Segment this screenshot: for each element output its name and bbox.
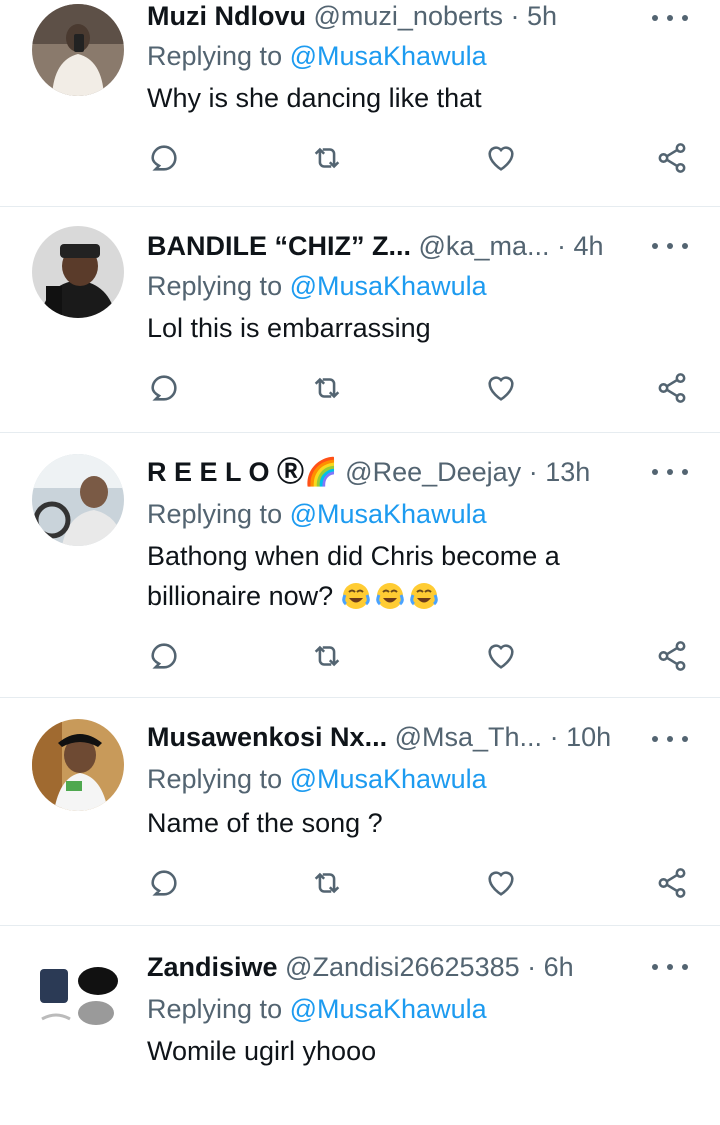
- tweet[interactable]: BANDILE “CHIZ” Z... @ka_ma... · 4h Reply…: [0, 206, 720, 433]
- mention-link[interactable]: @MusaKhawula: [290, 271, 487, 301]
- timestamp[interactable]: 13h: [545, 457, 590, 487]
- separator-dot: ·: [556, 231, 566, 261]
- tweet-text-line: Why is she dancing like that: [147, 83, 482, 113]
- tweet-text-line: Womile ugirl yhooo: [147, 1036, 377, 1066]
- separator-dot: ·: [528, 457, 538, 487]
- separator-dot: ·: [549, 722, 559, 752]
- like-icon[interactable]: [481, 636, 521, 676]
- avatar[interactable]: [32, 949, 124, 1041]
- tweet-text: Bathong when did Chris become a billiona…: [147, 536, 680, 616]
- like-icon[interactable]: [481, 138, 521, 178]
- tweet-header: Musawenkosi Nx... @Msa_Th... · 10h: [147, 717, 640, 757]
- like-icon[interactable]: [481, 368, 521, 408]
- timestamp[interactable]: 10h: [566, 722, 611, 752]
- display-name[interactable]: BANDILE “CHIZ” Z...: [147, 231, 411, 261]
- display-name[interactable]: Musawenkosi Nx...: [147, 722, 387, 752]
- tweet-header: BANDILE “CHIZ” Z... @ka_ma... · 4h: [147, 226, 640, 266]
- tweet-text: Name of the song ?: [147, 803, 680, 843]
- action-bar: [0, 863, 720, 903]
- separator-dot: ·: [527, 952, 537, 982]
- reply-feed: Muzi Ndlovu @muzi_noberts · 5h Replying …: [0, 0, 720, 1084]
- retweet-icon[interactable]: [307, 138, 347, 178]
- replying-to-line: Replying to @MusaKhawula: [147, 268, 487, 304]
- tweet-text-line: billionaire now?: [147, 576, 680, 616]
- tweet-text-line: Lol this is embarrassing: [147, 313, 431, 343]
- action-bar: [0, 368, 720, 408]
- more-icon[interactable]: [652, 462, 688, 482]
- tweet-header: Muzi Ndlovu @muzi_noberts · 5h: [147, 0, 640, 36]
- emoji-group: [341, 581, 443, 611]
- tweet[interactable]: Musawenkosi Nx... @Msa_Th... · 10h Reply…: [0, 697, 720, 926]
- tweet-text: Lol this is embarrassing: [147, 308, 680, 348]
- more-icon[interactable]: [652, 8, 688, 28]
- share-icon[interactable]: [652, 138, 692, 178]
- face-with-tears-of-joy-icon: [341, 583, 370, 609]
- like-icon[interactable]: [481, 863, 521, 903]
- reply-icon[interactable]: [144, 368, 184, 408]
- reply-icon[interactable]: [144, 636, 184, 676]
- tweet-text: Why is she dancing like that: [147, 78, 680, 118]
- action-bar: [0, 636, 720, 676]
- timestamp[interactable]: 4h: [574, 231, 604, 261]
- avatar[interactable]: [32, 4, 124, 96]
- tweet[interactable]: Muzi Ndlovu @muzi_noberts · 5h Replying …: [0, 0, 720, 207]
- tweet-text-line: Name of the song ?: [147, 808, 383, 838]
- timestamp[interactable]: 5h: [527, 1, 557, 31]
- share-icon[interactable]: [652, 636, 692, 676]
- retweet-icon[interactable]: [307, 863, 347, 903]
- reply-icon[interactable]: [144, 138, 184, 178]
- share-icon[interactable]: [652, 368, 692, 408]
- tweet[interactable]: Zandisiwe @Zandisi26625385 · 6h Replying…: [0, 925, 720, 1125]
- replying-to-label: Replying to: [147, 499, 290, 529]
- replying-to-line: Replying to @MusaKhawula: [147, 38, 487, 74]
- user-handle[interactable]: @Msa_Th...: [395, 722, 542, 752]
- user-handle[interactable]: @Zandisi26625385: [285, 952, 520, 982]
- replying-to-label: Replying to: [147, 994, 290, 1024]
- face-with-tears-of-joy-icon: [375, 583, 404, 609]
- mention-link[interactable]: @MusaKhawula: [290, 499, 487, 529]
- retweet-icon[interactable]: [307, 368, 347, 408]
- reply-icon[interactable]: [144, 863, 184, 903]
- tweet-text-line: Bathong when did Chris become a: [147, 541, 560, 571]
- display-name[interactable]: R E E L O Ⓡ🌈: [147, 457, 338, 487]
- replying-to-label: Replying to: [147, 764, 290, 794]
- more-icon[interactable]: [652, 236, 688, 256]
- share-icon[interactable]: [652, 863, 692, 903]
- tweet-header: Zandisiwe @Zandisi26625385 · 6h: [147, 947, 640, 987]
- display-name[interactable]: Zandisiwe: [147, 952, 278, 982]
- replying-to-line: Replying to @MusaKhawula: [147, 761, 487, 797]
- more-icon[interactable]: [652, 729, 688, 749]
- face-with-tears-of-joy-icon: [409, 583, 438, 609]
- user-handle[interactable]: @Ree_Deejay: [345, 457, 521, 487]
- mention-link[interactable]: @MusaKhawula: [290, 994, 487, 1024]
- replying-to-label: Replying to: [147, 271, 290, 301]
- avatar[interactable]: [32, 226, 124, 318]
- tweet-text-line-2: billionaire now?: [147, 581, 334, 611]
- avatar[interactable]: [32, 719, 124, 811]
- user-handle[interactable]: @ka_ma...: [419, 231, 550, 261]
- more-icon[interactable]: [652, 957, 688, 977]
- mention-link[interactable]: @MusaKhawula: [290, 764, 487, 794]
- tweet[interactable]: R E E L O Ⓡ🌈 @Ree_Deejay · 13h Replying …: [0, 432, 720, 698]
- replying-to-label: Replying to: [147, 41, 290, 71]
- replying-to-line: Replying to @MusaKhawula: [147, 991, 487, 1027]
- separator-dot: ·: [510, 1, 520, 31]
- timestamp[interactable]: 6h: [544, 952, 574, 982]
- action-bar: [0, 138, 720, 178]
- avatar[interactable]: [32, 454, 124, 546]
- tweet-text: Womile ugirl yhooo: [147, 1031, 680, 1071]
- mention-link[interactable]: @MusaKhawula: [290, 41, 487, 71]
- retweet-icon[interactable]: [307, 636, 347, 676]
- user-handle[interactable]: @muzi_noberts: [314, 1, 504, 31]
- tweet-header: R E E L O Ⓡ🌈 @Ree_Deejay · 13h: [147, 452, 640, 492]
- display-name[interactable]: Muzi Ndlovu: [147, 1, 306, 31]
- replying-to-line: Replying to @MusaKhawula: [147, 496, 487, 532]
